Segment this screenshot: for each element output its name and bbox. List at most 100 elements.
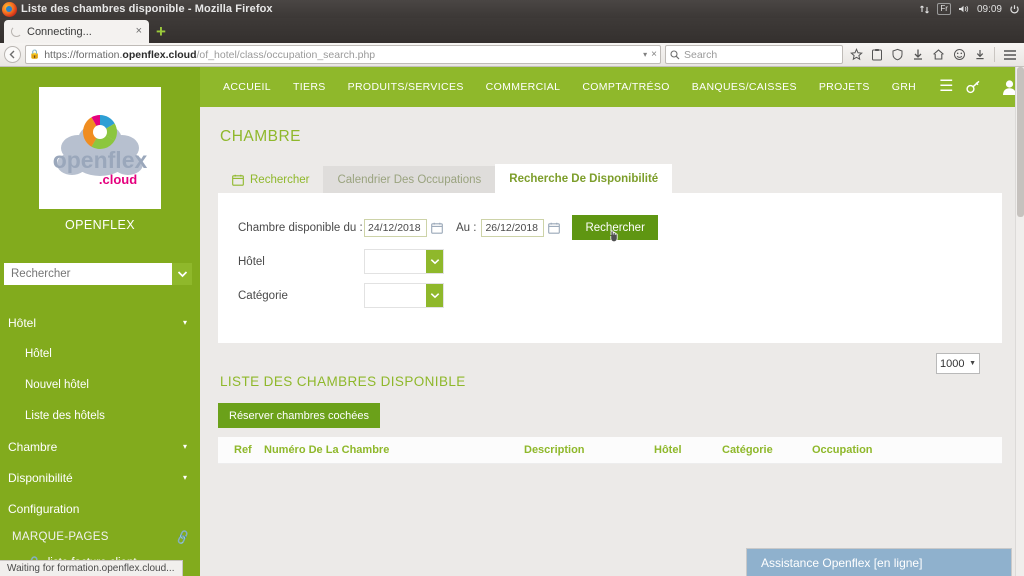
date-to-field[interactable] — [481, 218, 561, 237]
shield-icon[interactable] — [891, 48, 904, 61]
column-header-description[interactable]: Description — [520, 437, 650, 464]
nav-item-produits-services[interactable]: PRODUITS/SERVICES — [337, 81, 475, 93]
browser-tab[interactable]: Connecting... × — [4, 20, 149, 43]
assistance-widget[interactable]: Assistance Openflex [en ligne] — [746, 548, 1012, 576]
sidebar-menu: Hôtel ▾ Hôtel Nouvel hôtel Liste des hôt… — [0, 307, 200, 524]
nav-item-accueil[interactable]: ACCUEIL — [212, 81, 282, 93]
chevron-down-icon[interactable]: ▾ — [183, 473, 187, 482]
stop-icon[interactable]: × — [651, 49, 657, 60]
date-to-input[interactable] — [481, 218, 545, 237]
browser-tab-title: Connecting... — [27, 25, 92, 38]
chevron-down-icon[interactable]: ▾ — [183, 318, 187, 327]
sidebar-item-hotel-group[interactable]: Hôtel ▾ — [0, 307, 200, 338]
bookmark-icon[interactable]: 🔗 — [174, 528, 192, 545]
chevron-down-icon[interactable]: ▾ — [643, 50, 647, 59]
tab-recherche-de-disponibilite[interactable]: Recherche De Disponibilité — [495, 164, 673, 193]
firefox-logo-icon — [2, 1, 17, 17]
reader-mode-icon[interactable] — [871, 48, 883, 61]
reserve-checked-rooms-button[interactable]: Réserver chambres cochées — [218, 403, 381, 428]
sidebar-item-nouvel-hotel[interactable]: Nouvel hôtel — [0, 369, 200, 400]
calendar-icon[interactable] — [548, 222, 561, 234]
sidebar-item-label: Disponibilité — [8, 470, 73, 485]
chevron-down-icon[interactable] — [426, 250, 443, 273]
column-header-ref[interactable]: Ref — [218, 437, 260, 464]
app-logo[interactable]: openflex .cloud — [39, 87, 161, 209]
tab-rechercher[interactable]: Rechercher — [218, 166, 323, 193]
nav-item-projets[interactable]: PROJETS — [808, 81, 881, 93]
sidebar-item-label: Hôtel — [8, 315, 37, 330]
url-bar[interactable]: 🔒 https://formation.openflex.cloud/of_ho… — [25, 45, 661, 64]
nav-item-grh[interactable]: GRH — [881, 81, 927, 93]
nav-item-compta-treso[interactable]: COMPTA/TRÉSO — [571, 81, 680, 93]
close-icon[interactable]: × — [134, 26, 144, 37]
app-sidebar: openflex .cloud OPENFLEX Hôtel ▾ Hôtel N… — [0, 67, 200, 576]
sidebar-item-configuration[interactable]: Configuration — [0, 493, 200, 524]
back-button[interactable] — [4, 46, 21, 63]
bookmarks-header: MARQUE-PAGES 🔗 — [0, 524, 200, 550]
chevron-down-icon[interactable] — [172, 263, 192, 285]
toolbar-divider — [994, 47, 995, 62]
category-label: Catégorie — [238, 289, 288, 302]
sidebar-search-input[interactable] — [4, 263, 172, 285]
network-icon[interactable] — [919, 4, 930, 15]
sidebar-item-label: Hôtel — [25, 347, 52, 360]
category-select[interactable] — [364, 283, 444, 308]
hotel-select[interactable] — [364, 249, 444, 274]
column-header-numero[interactable]: Numéro De La Chambre — [260, 437, 520, 464]
smiley-feedback-icon[interactable] — [953, 48, 966, 61]
nav-hamburger-icon[interactable]: ☰ — [927, 79, 965, 95]
column-header-hotel[interactable]: Hôtel — [650, 437, 718, 464]
date-from-field[interactable] — [364, 218, 443, 237]
save-to-pocket-icon[interactable] — [974, 48, 986, 61]
sidebar-item-hotel[interactable]: Hôtel — [0, 338, 200, 369]
power-icon[interactable] — [1009, 4, 1020, 15]
calendar-icon[interactable] — [431, 222, 443, 234]
table-header-row: Ref Numéro De La Chambre Description Hôt… — [218, 437, 1002, 464]
list-title: LISTE DES CHAMBRES DISPONIBLE — [220, 374, 466, 389]
browser-nav-bar: 🔒 https://formation.openflex.cloud/of_ho… — [0, 43, 1024, 67]
url-path: /of_hotel/class/occupation_search.php — [196, 48, 376, 61]
bookmark-star-icon[interactable] — [850, 48, 863, 61]
available-rooms-table: Ref Numéro De La Chambre Description Hôt… — [218, 437, 1002, 464]
nav-item-banques-caisses[interactable]: BANQUES/CAISSES — [681, 81, 808, 93]
sidebar-search[interactable] — [4, 263, 192, 285]
page-scrollbar[interactable] — [1015, 67, 1024, 576]
category-row: Catégorie — [238, 283, 982, 308]
download-icon[interactable] — [912, 48, 924, 61]
hamburger-menu-icon[interactable] — [1003, 49, 1017, 61]
nav-item-commercial[interactable]: COMMERCIAL — [475, 81, 572, 93]
clock[interactable]: 09:09 — [977, 4, 1002, 15]
sidebar-item-label: Nouvel hôtel — [25, 378, 89, 391]
brand-name: OPENFLEX — [65, 218, 135, 232]
volume-icon[interactable] — [958, 4, 970, 14]
tab-calendrier-des-occupations[interactable]: Calendrier Des Occupations — [323, 166, 496, 193]
per-page-select[interactable]: 1000 ▼ — [936, 353, 980, 374]
date-from-input[interactable] — [364, 218, 427, 237]
lock-icon: 🔒 — [29, 49, 41, 59]
nav-item-tiers[interactable]: TIERS — [282, 81, 337, 93]
chevron-down-icon[interactable]: ▼ — [969, 360, 976, 367]
per-page-value: 1000 — [940, 357, 965, 370]
browser-search-bar[interactable]: Search — [665, 45, 843, 64]
sidebar-item-chambre[interactable]: Chambre ▾ — [0, 431, 200, 462]
chevron-down-icon[interactable]: ▾ — [183, 442, 187, 451]
home-icon[interactable] — [932, 48, 945, 61]
hotel-row: Hôtel — [238, 249, 982, 274]
column-header-occupation[interactable]: Occupation — [808, 437, 1002, 464]
calendar-icon — [232, 174, 244, 186]
keyboard-layout-indicator[interactable]: Fr — [937, 3, 951, 15]
date-from-label: Chambre disponible du : — [238, 221, 363, 234]
browser-toolbar-icons — [847, 47, 1020, 62]
scrollbar-thumb[interactable] — [1017, 67, 1024, 217]
column-header-categorie[interactable]: Catégorie — [718, 437, 808, 464]
tools-icon[interactable] — [965, 79, 982, 96]
chevron-down-icon[interactable] — [426, 284, 443, 307]
top-navigation: ACCUEIL TIERS PRODUITS/SERVICES COMMERCI… — [200, 67, 1024, 107]
sidebar-item-label: Configuration — [8, 501, 80, 516]
sidebar-item-liste-des-hotels[interactable]: Liste des hôtels — [0, 400, 200, 431]
category-select-value — [365, 284, 426, 307]
hotel-label: Hôtel — [238, 255, 265, 268]
sidebar-item-label: Liste des hôtels — [25, 409, 105, 422]
sidebar-item-disponibilite[interactable]: Disponibilité ▾ — [0, 462, 200, 493]
new-tab-button[interactable]: + — [156, 23, 166, 40]
